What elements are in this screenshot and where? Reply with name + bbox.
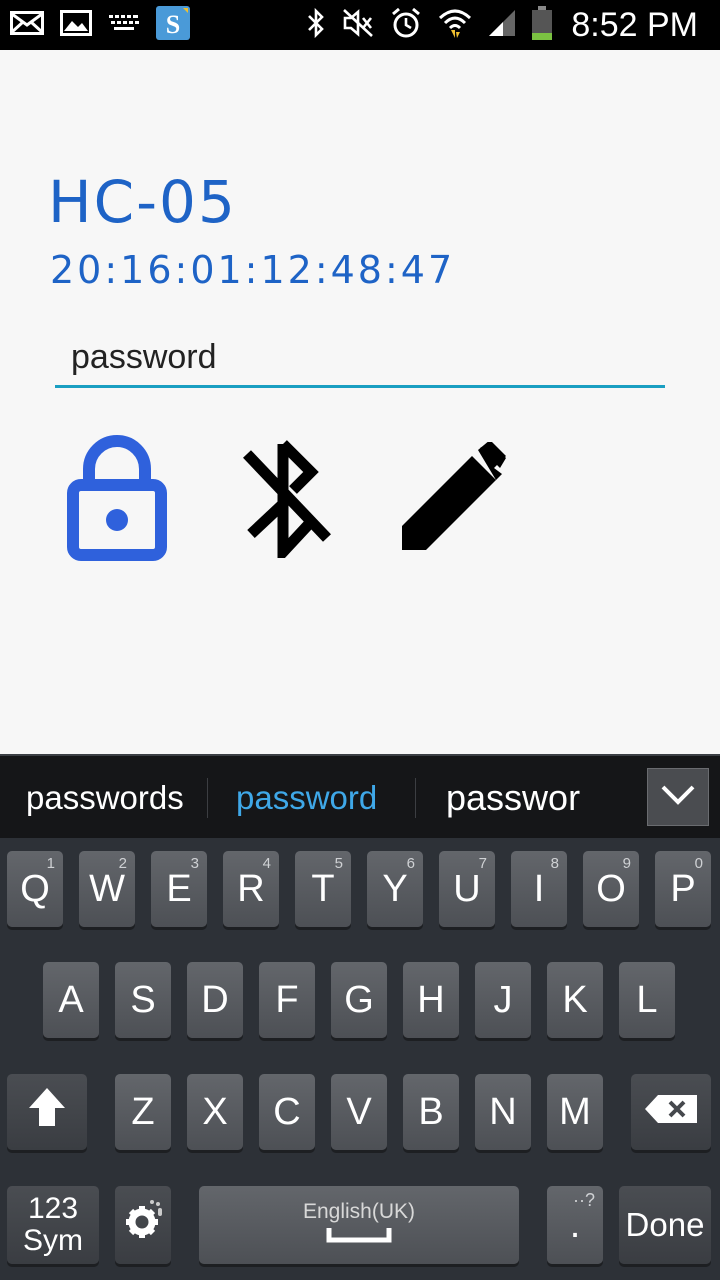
chevron-down-icon xyxy=(660,784,696,811)
suggestion-3[interactable]: passwor xyxy=(446,756,580,840)
lock-icon xyxy=(67,434,167,566)
key-j[interactable]: J xyxy=(475,962,531,1038)
key-q[interactable]: 1Q xyxy=(7,851,63,927)
suggestion-1[interactable]: passwords xyxy=(26,756,184,840)
key-g[interactable]: G xyxy=(331,962,387,1038)
key-t[interactable]: 5T xyxy=(295,851,351,927)
bluetooth-icon xyxy=(305,7,327,44)
screen: S 8:52 PM HC-05 20:16:01:12:48:47 passwo… xyxy=(0,0,720,1280)
key-w[interactable]: 2W xyxy=(79,851,135,927)
shift-icon xyxy=(27,1086,67,1138)
lock-button[interactable] xyxy=(62,434,172,566)
alarm-icon xyxy=(389,6,423,45)
signal-icon xyxy=(487,8,517,43)
key-i[interactable]: 8I xyxy=(511,851,567,927)
notification-icons: S xyxy=(10,5,190,45)
keyboard-icon xyxy=(108,13,140,38)
bluetooth-disabled-icon xyxy=(237,438,333,566)
key-v[interactable]: V xyxy=(331,1074,387,1150)
password-input[interactable] xyxy=(55,330,665,388)
wifi-icon xyxy=(437,6,473,45)
battery-icon xyxy=(531,5,553,46)
key-a[interactable]: A xyxy=(43,962,99,1038)
symbols-key[interactable]: 123 Sym xyxy=(7,1186,99,1264)
key-l[interactable]: L xyxy=(619,962,675,1038)
key-c[interactable]: C xyxy=(259,1074,315,1150)
expand-suggestions-button[interactable] xyxy=(647,768,709,826)
shift-key[interactable] xyxy=(7,1074,87,1150)
key-area: 1Q 2W 3E 4R 5T 6Y 7U 8I 9O 0P A S D F G … xyxy=(0,838,720,1280)
key-y[interactable]: 6Y xyxy=(367,851,423,927)
key-u[interactable]: 7U xyxy=(439,851,495,927)
suggestion-divider xyxy=(207,778,208,818)
key-f[interactable]: F xyxy=(259,962,315,1038)
key-e[interactable]: 3E xyxy=(151,851,207,927)
email-icon xyxy=(10,10,44,40)
key-b[interactable]: B xyxy=(403,1074,459,1150)
space-icon xyxy=(326,1224,392,1250)
key-s[interactable]: S xyxy=(115,962,171,1038)
edit-icon xyxy=(398,439,508,559)
settings-key[interactable] xyxy=(115,1186,171,1264)
mute-icon xyxy=(341,7,375,44)
svg-text:S: S xyxy=(166,10,180,39)
key-p[interactable]: 0P xyxy=(655,851,711,927)
backspace-key[interactable] xyxy=(631,1074,711,1150)
image-icon xyxy=(60,9,92,41)
key-z[interactable]: Z xyxy=(115,1074,171,1150)
language-label: English(UK) xyxy=(302,1200,416,1223)
s-app-icon: S xyxy=(156,5,190,45)
suggestion-bar: passwords password passwor xyxy=(0,754,720,838)
device-address: 20:16:01:12:48:47 xyxy=(50,248,456,292)
key-h[interactable]: H xyxy=(403,962,459,1038)
edit-button[interactable] xyxy=(398,435,508,565)
key-m[interactable]: M xyxy=(547,1074,603,1150)
key-n[interactable]: N xyxy=(475,1074,531,1150)
key-d[interactable]: D xyxy=(187,962,243,1038)
device-panel: HC-05 20:16:01:12:48:47 xyxy=(0,50,720,754)
space-key[interactable]: English(UK) xyxy=(199,1186,519,1264)
system-icons: 8:52 PM xyxy=(305,5,698,46)
key-o[interactable]: 9O xyxy=(583,851,639,927)
device-name: HC-05 xyxy=(48,168,237,236)
key-k[interactable]: K xyxy=(547,962,603,1038)
suggestion-divider xyxy=(415,778,416,818)
clock: 8:52 PM xyxy=(571,5,698,44)
done-key[interactable]: Done xyxy=(619,1186,711,1264)
gear-icon xyxy=(122,1198,164,1252)
soft-keyboard: passwords password passwor 1Q 2W 3E 4R 5… xyxy=(0,754,720,1280)
key-r[interactable]: 4R xyxy=(223,851,279,927)
disconnect-button[interactable] xyxy=(230,435,340,566)
period-key[interactable]: ··? . xyxy=(547,1186,603,1264)
action-buttons xyxy=(62,434,508,566)
backspace-icon xyxy=(644,1091,698,1134)
suggestion-2[interactable]: password xyxy=(236,756,377,840)
key-x[interactable]: X xyxy=(187,1074,243,1150)
status-bar: S 8:52 PM xyxy=(0,0,720,50)
